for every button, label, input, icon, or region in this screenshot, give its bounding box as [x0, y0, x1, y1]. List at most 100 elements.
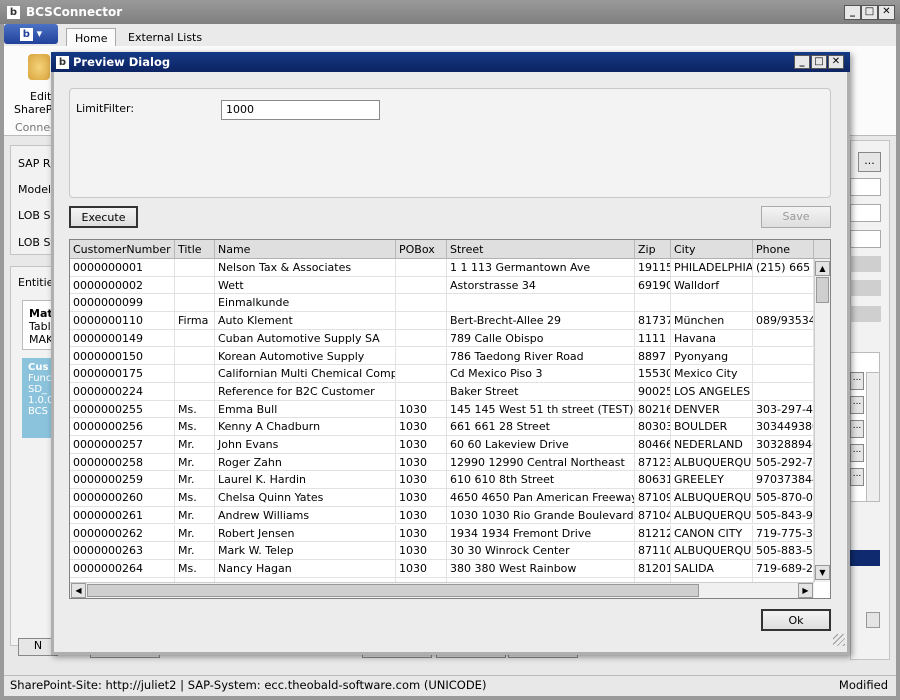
cell-zip[interactable]: 80303: [635, 418, 671, 436]
cell-pobox[interactable]: [396, 312, 447, 330]
cell-street[interactable]: 30 30 Winrock Center: [447, 542, 635, 560]
cell-name[interactable]: Robert Jensen: [215, 524, 396, 543]
cell-phone[interactable]: 719-775-33: [753, 524, 814, 543]
table-row[interactable]: 0000000224 Reference for B2C Customer Bake…: [70, 382, 814, 401]
cell-title[interactable]: Mr.: [175, 506, 215, 525]
cell-street[interactable]: 145 145 West 51 th street (TEST): [447, 400, 635, 419]
sap-browse-button[interactable]: ...: [858, 152, 881, 172]
cell-zip[interactable]: 90025: [635, 382, 671, 401]
table-row[interactable]: 0000000260 Ms. Chelsa Quinn Yates 1030 4650 …: [70, 489, 814, 507]
cell-title[interactable]: Mr.: [175, 453, 215, 472]
cell-phone[interactable]: 719-689-25: [753, 559, 814, 578]
cell-name[interactable]: Andrew Williams: [215, 506, 396, 525]
cell-pobox[interactable]: 1030: [396, 436, 447, 454]
cell-pobox[interactable]: 1030: [396, 524, 447, 543]
table-row[interactable]: 0000000255 Ms. Emma Bull 1030 145 145 West 5…: [70, 400, 814, 419]
cell-title[interactable]: Ms.: [175, 489, 215, 507]
scroll-right-icon[interactable]: ▶: [798, 583, 813, 598]
cell-title[interactable]: Ms.: [175, 400, 215, 419]
cell-name[interactable]: Einmalkunde: [215, 294, 396, 313]
cell-pobox[interactable]: 1030: [396, 471, 447, 490]
cell-customer-number[interactable]: 0000000099: [70, 294, 175, 313]
limit-filter-input[interactable]: 1000: [221, 100, 380, 120]
header-col-pobox[interactable]: POBox: [396, 240, 447, 259]
tab-home[interactable]: Home: [66, 28, 117, 48]
cell-customer-number[interactable]: 0000000263: [70, 542, 175, 560]
cell-name[interactable]: Roger Zahn: [215, 453, 396, 472]
cell-pobox[interactable]: [396, 329, 447, 348]
cell-name[interactable]: Auto Klement: [215, 312, 396, 330]
save-button[interactable]: Save: [761, 206, 831, 228]
cell-zip[interactable]: 87110: [635, 542, 671, 560]
dialog-minimize-button[interactable]: _: [794, 55, 810, 69]
cell-pobox[interactable]: [396, 294, 447, 313]
cell-zip[interactable]: 1111: [635, 329, 671, 348]
cell-name[interactable]: Reference for B2C Customer: [215, 382, 396, 401]
cell-title[interactable]: Mr.: [175, 524, 215, 543]
cell-name[interactable]: Korean Automotive Supply: [215, 347, 396, 366]
cell-name[interactable]: Cuban Automotive Supply SA: [215, 329, 396, 348]
cell-street[interactable]: Bert-Brecht-Allee 29: [447, 312, 635, 330]
cell-phone[interactable]: [753, 382, 814, 401]
cell-city[interactable]: LOS ANGELES: [671, 382, 753, 401]
table-row[interactable]: 0000000110 Firma Auto Klement Bert-Brecht-A…: [70, 312, 814, 330]
minimize-button[interactable]: _: [844, 5, 861, 20]
bg-ellipsis-5[interactable]: ...: [850, 468, 864, 486]
table-row[interactable]: 0000000175 Californian Multi Chemical Com…: [70, 365, 814, 383]
cell-customer-number[interactable]: 0000000260: [70, 489, 175, 507]
cell-street[interactable]: 789 Calle Obispo: [447, 329, 635, 348]
bg-scroll-right[interactable]: [866, 612, 880, 628]
cell-phone[interactable]: 505-870-09: [753, 489, 814, 507]
dialog-close-button[interactable]: ✕: [828, 55, 844, 69]
table-row[interactable]: 0000000261 Mr. Andrew Williams 1030 1030 103…: [70, 506, 814, 525]
cell-city[interactable]: Mexico City: [671, 365, 753, 383]
cell-pobox[interactable]: [396, 365, 447, 383]
cell-street[interactable]: 4650 4650 Pan American Freeway NE: [447, 489, 635, 507]
cell-city[interactable]: SALIDA: [671, 559, 753, 578]
cell-title[interactable]: Mr.: [175, 542, 215, 560]
cell-street[interactable]: Cd Mexico Piso 3: [447, 365, 635, 383]
cell-street[interactable]: 610 610 8th Street: [447, 471, 635, 490]
cell-name[interactable]: Wett: [215, 276, 396, 295]
cell-street[interactable]: 380 380 West Rainbow: [447, 559, 635, 578]
cell-customer-number[interactable]: 0000000224: [70, 382, 175, 401]
header-col-city[interactable]: City: [671, 240, 753, 259]
cell-name[interactable]: Californian Multi Chemical Company: [215, 365, 396, 383]
header-col-title[interactable]: Title: [175, 240, 215, 259]
cell-zip[interactable]: 81737: [635, 312, 671, 330]
cell-pobox[interactable]: 1030: [396, 453, 447, 472]
cell-customer-number[interactable]: 0000000255: [70, 400, 175, 419]
cell-phone[interactable]: [753, 347, 814, 366]
lob-system-field[interactable]: [850, 204, 881, 222]
header-col-customer-number[interactable]: CustomerNumber: [70, 240, 175, 259]
preview-data-grid[interactable]: CustomerNumber Title Name POBox Street Zip Cit…: [69, 239, 831, 599]
cell-name[interactable]: Chelsa Quinn Yates: [215, 489, 396, 507]
cell-phone[interactable]: [753, 276, 814, 295]
cell-city[interactable]: GREELEY: [671, 471, 753, 490]
close-button[interactable]: ✕: [878, 5, 895, 20]
cell-title[interactable]: [175, 259, 215, 277]
cell-title[interactable]: [175, 329, 215, 348]
cell-street[interactable]: 1 1 113 Germantown Ave: [447, 259, 635, 277]
cell-title[interactable]: [175, 276, 215, 295]
cell-city[interactable]: DENVER: [671, 400, 753, 419]
cell-city[interactable]: BOULDER: [671, 418, 753, 436]
cell-pobox[interactable]: [396, 347, 447, 366]
cell-phone[interactable]: 303-297-45: [753, 400, 814, 419]
cell-title[interactable]: Firma: [175, 312, 215, 330]
cell-phone[interactable]: 3032889463: [753, 436, 814, 454]
resize-grip-icon[interactable]: [833, 634, 845, 646]
cell-pobox[interactable]: [396, 276, 447, 295]
bg-ellipsis-4[interactable]: ...: [850, 444, 864, 462]
cell-phone[interactable]: (215) 665 45: [753, 259, 814, 277]
cell-city[interactable]: PHILADELPHIA: [671, 259, 753, 277]
cell-zip[interactable]: 8897: [635, 347, 671, 366]
cell-phone[interactable]: 089/93534: [753, 312, 814, 330]
table-row[interactable]: 0000000001 Nelson Tax & Associates 1 1 113…: [70, 259, 814, 277]
cell-customer-number[interactable]: 0000000149: [70, 329, 175, 348]
cell-phone[interactable]: [753, 294, 814, 313]
cell-zip[interactable]: 69190: [635, 276, 671, 295]
table-row[interactable]: 0000000263 Mr. Mark W. Telep 1030 30 30 Winr…: [70, 542, 814, 560]
bg-ellipsis-3[interactable]: ...: [850, 420, 864, 438]
cell-zip[interactable]: 87123: [635, 453, 671, 472]
